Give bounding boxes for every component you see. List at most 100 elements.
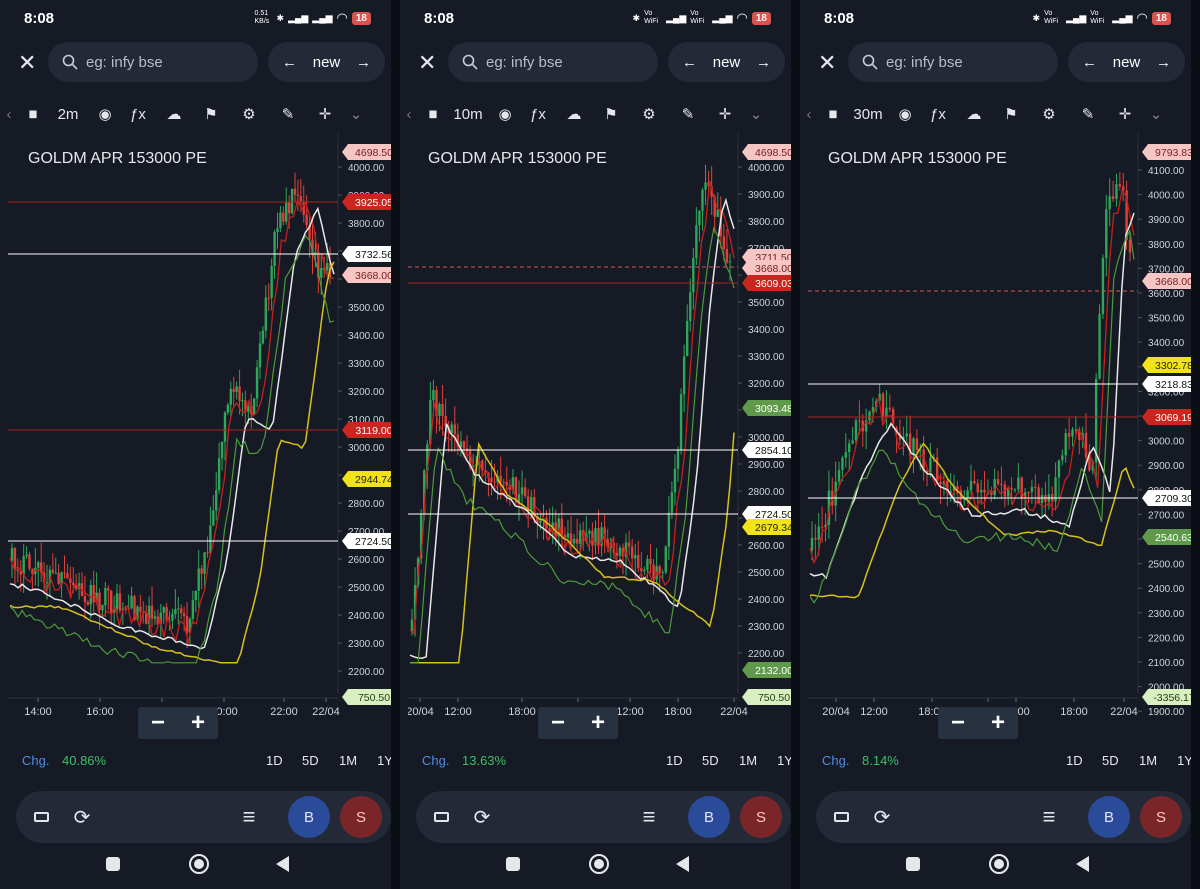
pencil-icon[interactable]: ✎ [268, 98, 308, 130]
flag-icon[interactable]: ⚑ [592, 98, 630, 130]
zoom-out-button[interactable]: − [138, 707, 178, 739]
price-chart[interactable]: 4000.003900.003800.003700.003600.003500.… [406, 133, 791, 733]
vowifi-label: Vo WiFi [644, 10, 659, 25]
candle-type-icon[interactable]: ▮▮ [18, 98, 46, 130]
interval-button[interactable]: 10m [446, 98, 490, 130]
crosshair-icon[interactable]: ✛ [308, 98, 342, 130]
search-box[interactable] [48, 42, 258, 82]
new-button[interactable]: new [313, 54, 341, 71]
eye-icon[interactable]: ◉ [90, 98, 120, 130]
settings-gear-icon[interactable]: ⚙ [230, 98, 268, 130]
scroll-left-icon[interactable]: ‹ [800, 98, 818, 130]
eye-icon[interactable]: ◉ [490, 98, 520, 130]
arrow-right-icon[interactable]: → [756, 54, 771, 71]
flag-icon[interactable]: ⚑ [192, 98, 230, 130]
cloud-check-icon[interactable]: ☁ [556, 98, 592, 130]
back-icon[interactable] [276, 856, 289, 872]
home-icon[interactable] [589, 854, 609, 874]
new-button[interactable]: new [713, 54, 741, 71]
interval-button[interactable]: 2m [46, 98, 90, 130]
timeframe-1d[interactable]: 1D [266, 753, 283, 768]
cloud-check-icon[interactable]: ☁ [956, 98, 992, 130]
close-icon[interactable]: ✕ [418, 50, 436, 76]
price-tick-label: 3500.00 [748, 298, 785, 309]
indicators-fx-icon[interactable]: ƒx [520, 98, 556, 130]
timeframe-1m[interactable]: 1M [1139, 753, 1157, 768]
chevron-down-icon[interactable]: ⌄ [742, 98, 770, 130]
timeframe-1y[interactable]: 1Y [1177, 753, 1191, 768]
refresh-icon[interactable]: ⟳ [870, 791, 894, 843]
search-input[interactable] [86, 53, 236, 71]
timeframe-1y[interactable]: 1Y [777, 753, 791, 768]
fullscreen-icon[interactable] [30, 791, 52, 843]
buy-button[interactable]: B [688, 796, 730, 838]
timeframe-1d[interactable]: 1D [666, 753, 683, 768]
align-center-icon[interactable]: ≡ [636, 791, 662, 843]
arrow-left-icon[interactable]: ← [282, 54, 297, 71]
buy-button[interactable]: B [288, 796, 330, 838]
recents-icon[interactable] [906, 857, 920, 871]
chevron-down-icon[interactable]: ⌄ [1142, 98, 1170, 130]
search-box[interactable] [448, 42, 658, 82]
interval-button[interactable]: 30m [846, 98, 890, 130]
settings-gear-icon[interactable]: ⚙ [1030, 98, 1068, 130]
settings-gear-icon[interactable]: ⚙ [630, 98, 668, 130]
search-input[interactable] [886, 53, 1036, 71]
flag-icon[interactable]: ⚑ [992, 98, 1030, 130]
close-icon[interactable]: ✕ [18, 50, 36, 76]
price-chart[interactable]: 4100.00 4000.00 3900.00 3800.00 3700.00 3600.… [808, 133, 1191, 733]
buy-button[interactable]: B [1088, 796, 1130, 838]
arrow-right-icon[interactable]: → [356, 54, 371, 71]
crosshair-icon[interactable]: ✛ [708, 98, 742, 130]
timeframe-5d[interactable]: 5D [1102, 753, 1119, 768]
home-icon[interactable] [189, 854, 209, 874]
fullscreen-icon[interactable] [830, 791, 852, 843]
timeframe-1d[interactable]: 1D [1066, 753, 1083, 768]
scroll-left-icon[interactable]: ‹ [400, 98, 418, 130]
zoom-out-button[interactable]: − [938, 707, 978, 739]
chart-panel: 8:080.51 KB/s✱▂▄▆▂▄▆◠18✕←new→‹▮▮2m◉ƒx☁⚑⚙… [0, 0, 391, 889]
candle-type-icon[interactable]: ▮▮ [818, 98, 846, 130]
timeframe-1y[interactable]: 1Y [377, 753, 391, 768]
home-icon[interactable] [989, 854, 1009, 874]
crosshair-icon[interactable]: ✛ [1108, 98, 1142, 130]
zoom-in-button[interactable]: + [178, 707, 218, 739]
chevron-down-icon[interactable]: ⌄ [342, 98, 370, 130]
search-box[interactable] [848, 42, 1058, 82]
timeframe-5d[interactable]: 5D [302, 753, 319, 768]
pencil-icon[interactable]: ✎ [668, 98, 708, 130]
back-icon[interactable] [676, 856, 689, 872]
timeframe-1m[interactable]: 1M [339, 753, 357, 768]
cloud-check-icon[interactable]: ☁ [156, 98, 192, 130]
eye-icon[interactable]: ◉ [890, 98, 920, 130]
align-center-icon[interactable]: ≡ [236, 791, 262, 843]
recents-icon[interactable] [506, 857, 520, 871]
candle-type-icon[interactable]: ▮▮ [418, 98, 446, 130]
sell-button[interactable]: S [1140, 796, 1182, 838]
sell-button[interactable]: S [740, 796, 782, 838]
timeframe-5d[interactable]: 5D [702, 753, 719, 768]
zoom-in-button[interactable]: + [578, 707, 618, 739]
time-tick-label: 22/04 [312, 706, 340, 718]
close-icon[interactable]: ✕ [818, 50, 836, 76]
align-center-icon[interactable]: ≡ [1036, 791, 1062, 843]
arrow-right-icon[interactable]: → [1156, 54, 1171, 71]
recents-icon[interactable] [106, 857, 120, 871]
search-input[interactable] [486, 53, 636, 71]
new-button[interactable]: new [1113, 54, 1141, 71]
fullscreen-icon[interactable] [430, 791, 452, 843]
zoom-out-button[interactable]: − [538, 707, 578, 739]
arrow-left-icon[interactable]: ← [1082, 54, 1097, 71]
indicators-fx-icon[interactable]: ƒx [120, 98, 156, 130]
zoom-in-button[interactable]: + [978, 707, 1018, 739]
refresh-icon[interactable]: ⟳ [470, 791, 494, 843]
scroll-left-icon[interactable]: ‹ [0, 98, 18, 130]
price-chart[interactable]: 4000.003900.003800.003700.003600.003500.… [8, 133, 391, 733]
sell-button[interactable]: S [340, 796, 382, 838]
back-icon[interactable] [1076, 856, 1089, 872]
arrow-left-icon[interactable]: ← [682, 54, 697, 71]
refresh-icon[interactable]: ⟳ [70, 791, 94, 843]
timeframe-1m[interactable]: 1M [739, 753, 757, 768]
pencil-icon[interactable]: ✎ [1068, 98, 1108, 130]
indicators-fx-icon[interactable]: ƒx [920, 98, 956, 130]
